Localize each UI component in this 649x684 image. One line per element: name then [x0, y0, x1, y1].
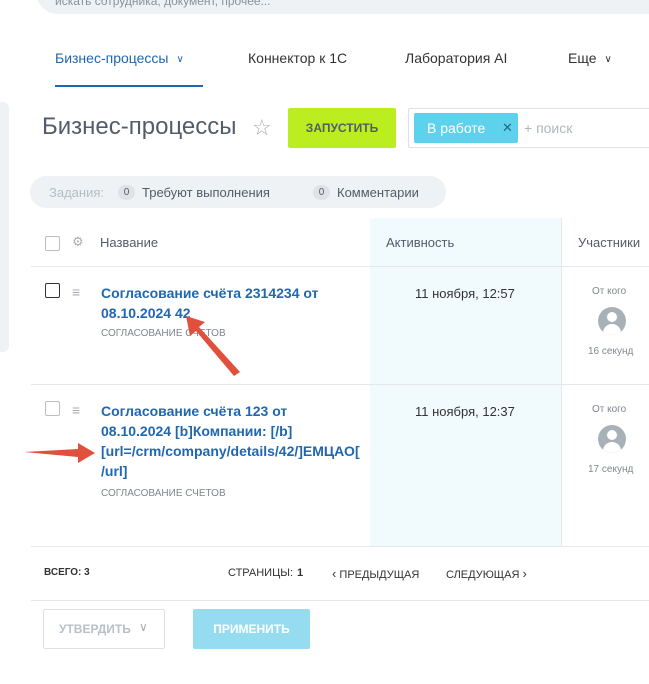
annotation-arrow — [186, 316, 240, 376]
total-count: ВСЕГО: 3 — [44, 567, 90, 578]
chevron-left-icon: ‹ — [332, 566, 337, 581]
next-page-link[interactable]: СЛЕДУЮЩАЯ › — [446, 566, 527, 581]
prev-page-label: ПРЕДЫДУЩАЯ — [339, 569, 420, 581]
apply-button[interactable]: ПРИМЕНИТЬ — [193, 609, 310, 649]
annotation-arrows — [24, 316, 240, 463]
prev-page-link[interactable]: ‹ ПРЕДЫДУЩАЯ — [332, 566, 419, 581]
approve-select-label: УТВЕРДИТЬ — [59, 622, 131, 636]
pages-label: СТРАНИЦЫ: — [228, 567, 294, 579]
page-number[interactable]: 1 — [297, 567, 303, 579]
chevron-down-icon: ∨ — [139, 620, 148, 634]
annotation-arrow — [24, 443, 95, 463]
chevron-right-icon: › — [522, 566, 527, 581]
next-page-label: СЛЕДУЮЩАЯ — [446, 569, 520, 581]
